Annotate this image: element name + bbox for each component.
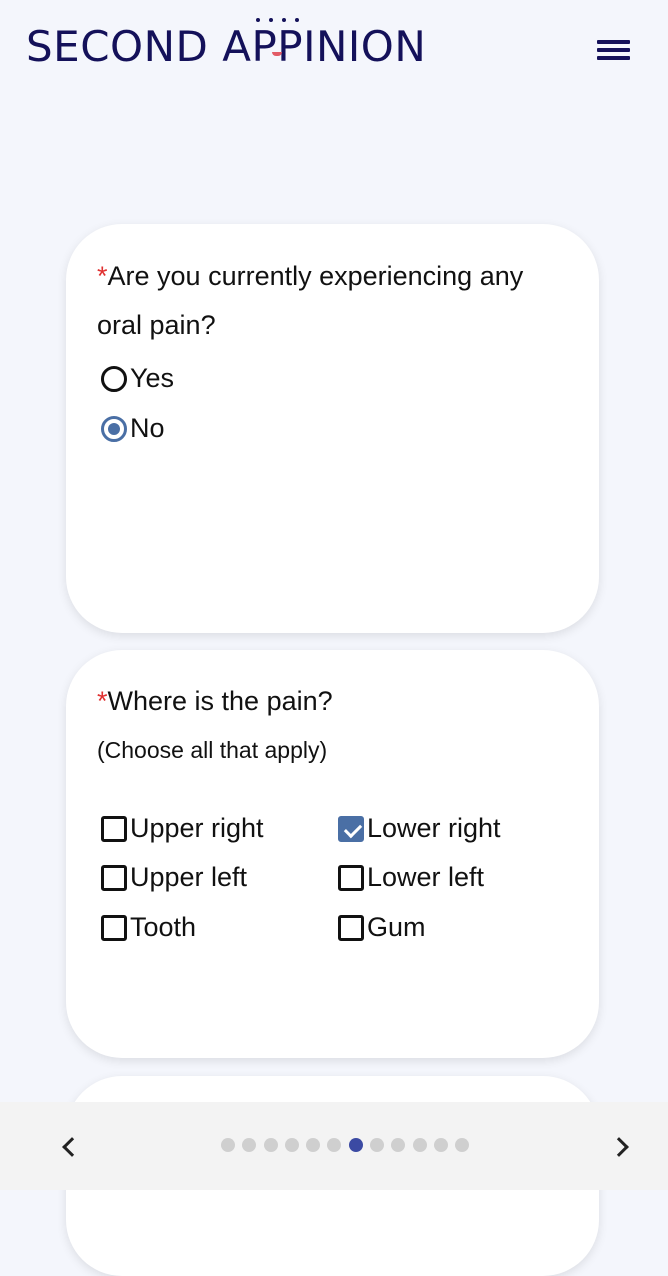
page-dot-active[interactable] xyxy=(348,1138,363,1152)
checkbox-label: Upper right xyxy=(130,813,264,843)
checkbox-label: Tooth xyxy=(130,912,197,942)
app-logo[interactable]: SECOND A PP INION xyxy=(26,18,427,71)
checkbox-label: Lower right xyxy=(367,813,501,843)
logo-text-start: SECOND A xyxy=(26,22,252,71)
required-asterisk: * xyxy=(97,686,108,716)
radio-label: No xyxy=(130,413,165,443)
checkbox[interactable] xyxy=(101,914,127,941)
page-dot[interactable] xyxy=(306,1138,321,1152)
hamburger-menu-icon[interactable] xyxy=(596,36,636,66)
page-dot[interactable] xyxy=(370,1138,385,1152)
page-dot[interactable] xyxy=(327,1138,342,1152)
chevron-left-icon[interactable] xyxy=(56,1132,84,1160)
checkbox-option-lower-left[interactable]: Lower left xyxy=(338,862,484,893)
checkbox[interactable] xyxy=(101,815,127,842)
checkbox[interactable] xyxy=(101,864,127,891)
checkbox[interactable] xyxy=(338,864,364,891)
checkbox-option-tooth[interactable]: Tooth xyxy=(101,912,196,943)
logo-face-eyes xyxy=(251,18,303,26)
question-oral-pain: *Are you currently experiencing any oral… xyxy=(97,252,567,350)
checkbox[interactable] xyxy=(338,914,364,941)
app-header: SECOND A PP INION xyxy=(0,0,668,100)
page-dot[interactable] xyxy=(455,1138,470,1152)
pager-bar xyxy=(0,1102,668,1190)
page-dot[interactable] xyxy=(263,1138,278,1152)
radio-button[interactable] xyxy=(101,365,127,392)
page-dot[interactable] xyxy=(284,1138,299,1152)
logo-text-end: INION xyxy=(303,22,427,71)
page-dot[interactable] xyxy=(242,1138,257,1152)
radio-option-yes[interactable]: Yes xyxy=(101,363,174,394)
chevron-right-icon[interactable] xyxy=(608,1132,636,1160)
radio-button-selected[interactable] xyxy=(101,415,127,442)
checkbox-label: Gum xyxy=(367,912,426,942)
page-dot[interactable] xyxy=(391,1138,406,1152)
checkbox-checked[interactable] xyxy=(338,815,364,842)
checkbox-option-upper-right[interactable]: Upper right xyxy=(101,813,264,844)
radio-option-no[interactable]: No xyxy=(101,413,165,444)
radio-label: Yes xyxy=(130,363,175,393)
checkbox-label: Upper left xyxy=(130,862,248,892)
question-card-oral-pain: *Are you currently experiencing any oral… xyxy=(66,224,599,633)
question-hint: (Choose all that apply) xyxy=(97,737,328,763)
checkbox-label: Lower left xyxy=(367,862,485,892)
checkbox-option-upper-left[interactable]: Upper left xyxy=(101,862,247,893)
page-dot[interactable] xyxy=(412,1138,427,1152)
page-dot[interactable] xyxy=(221,1138,235,1152)
question-card-pain-location: *Where is the pain? (Choose all that app… xyxy=(66,650,599,1058)
question-text: Are you currently experiencing any oral … xyxy=(97,261,524,340)
logo-text-pp: PP xyxy=(251,22,304,71)
page-dot[interactable] xyxy=(433,1138,448,1152)
required-asterisk: * xyxy=(97,261,108,291)
logo-face: PP xyxy=(251,18,304,71)
page-indicator xyxy=(221,1138,477,1152)
question-pain-location: *Where is the pain? xyxy=(97,677,567,726)
checkbox-option-gum[interactable]: Gum xyxy=(338,912,426,943)
checkbox-option-lower-right[interactable]: Lower right xyxy=(338,813,501,844)
question-text: Where is the pain? xyxy=(107,686,333,716)
